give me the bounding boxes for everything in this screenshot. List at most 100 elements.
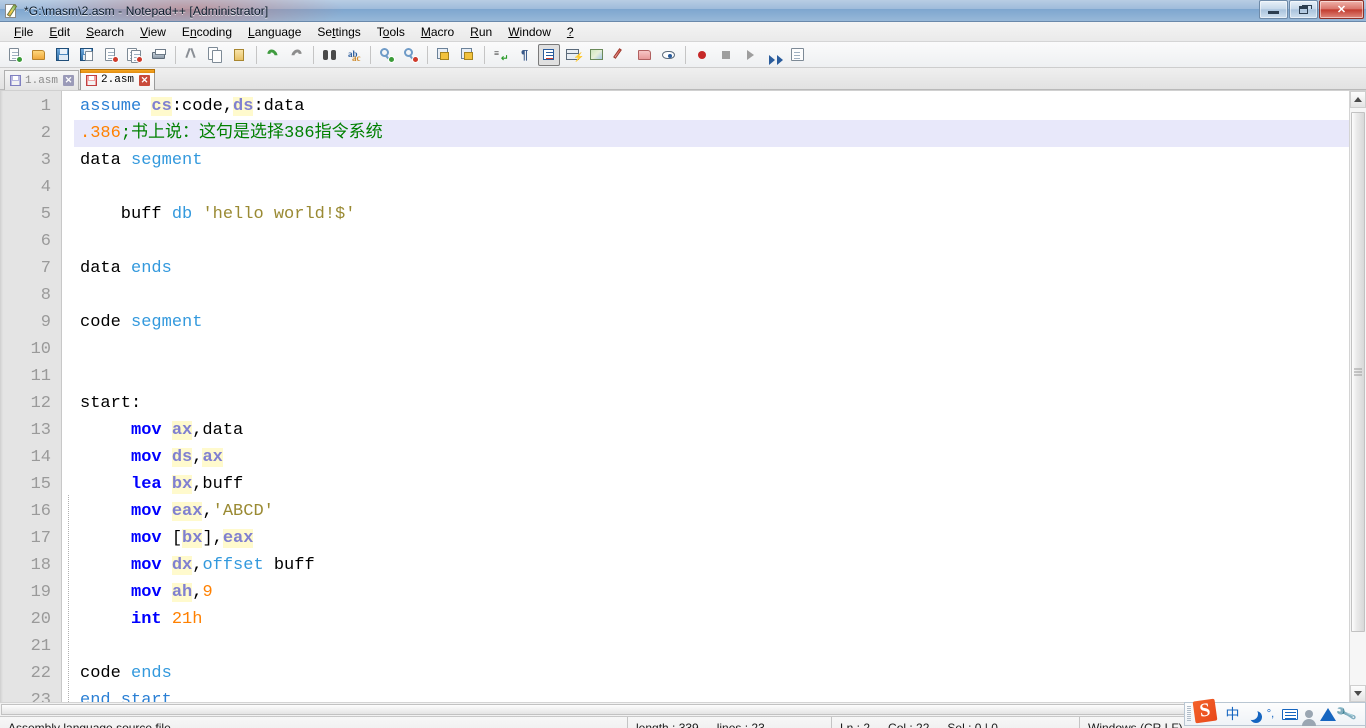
punctuation-mode-icon[interactable]: °, [1261,705,1280,724]
menu-macro[interactable]: Macro [413,23,462,41]
chinese-english-toggle-icon[interactable]: 中 [1223,705,1242,724]
code-line[interactable]: end start [74,687,1349,702]
code-line[interactable]: code ends [74,660,1349,687]
code-line[interactable] [74,633,1349,660]
sogou-logo-icon[interactable]: S [1192,698,1219,725]
text-editor[interactable]: 1 2 3 4 5 6 7 8 9 10 11 12 13 14 15 16 17 18 19 20 21 22 23 as… [0,91,1349,702]
ime-drag-handle[interactable] [1187,706,1191,722]
function-list-button[interactable] [610,44,632,66]
soft-keyboard-icon[interactable] [1280,705,1299,724]
code-token: ,data [192,421,244,440]
close-button[interactable]: ✕ [1319,0,1364,19]
code-line[interactable] [74,282,1349,309]
code-line[interactable]: assume cs:code,ds:data [74,93,1349,120]
new-file-button[interactable] [4,44,26,66]
indent-guide-button[interactable] [538,43,560,66]
code-line[interactable]: mov dx,offset buff [74,552,1349,579]
code-token: dx [171,556,193,575]
line-number: 6 [40,232,51,251]
menu-search[interactable]: Search [78,23,132,41]
zoom-out-button[interactable] [400,44,422,66]
code-line[interactable]: code segment [74,309,1349,336]
code-line[interactable]: mov [bx],eax [74,525,1349,552]
half-full-width-icon[interactable] [1242,705,1261,724]
title-bar[interactable]: *G:\masm\2.asm - Notepad++ [Administrato… [0,0,1366,22]
vertical-scroll-track[interactable] [1350,108,1366,685]
code-token: mov [131,502,162,521]
fold-margin[interactable] [62,91,74,702]
menu-language[interactable]: Language [240,23,309,41]
find-button[interactable] [319,44,341,66]
code-line[interactable]: mov eax,'ABCD' [74,498,1349,525]
vertical-scroll-thumb[interactable] [1351,112,1365,632]
sync-vertical-scroll-button[interactable] [433,44,455,66]
settings-wrench-icon[interactable]: 🔧 [1335,703,1358,725]
code-line[interactable] [74,363,1349,390]
macro-save-button[interactable] [787,44,809,66]
tab-2-asm[interactable]: 2.asm ✕ [80,69,156,90]
replace-button[interactable]: ab ac [343,44,365,66]
skin-icon[interactable] [1318,705,1337,724]
menu-edit[interactable]: Edit [41,23,78,41]
code-line[interactable]: .386;书上说：这句是选择386指令系统 [74,120,1349,147]
word-wrap-button[interactable]: ≡ ↵ [490,44,512,66]
menu-run[interactable]: Run [462,23,500,41]
menu-file[interactable]: File [6,23,41,41]
minimize-button[interactable] [1259,0,1288,19]
user-defined-dialog-button[interactable]: ⚡ [562,44,584,66]
menu-window[interactable]: Window [500,23,559,41]
save-all-button[interactable] [76,44,98,66]
cut-button[interactable] [181,44,203,66]
close-file-button[interactable] [100,44,122,66]
code-line[interactable]: data ends [74,255,1349,282]
macro-record-button[interactable] [691,44,713,66]
code-line[interactable]: int 21h [74,606,1349,633]
redo-button[interactable] [286,44,308,66]
code-line[interactable]: mov ax,data [74,417,1349,444]
zoom-in-button[interactable] [376,44,398,66]
code-content[interactable]: assume cs:code,ds:data .386;书上说：这句是选择386指… [74,91,1349,702]
menu-encoding[interactable]: Encoding [174,23,240,41]
code-line[interactable]: buff db 'hello world!$' [74,201,1349,228]
close-all-button[interactable] [124,44,146,66]
copy-button[interactable] [205,44,227,66]
sogou-ime-toolbar[interactable]: S 中 °, 🔧 [1184,698,1366,726]
code-line[interactable]: mov ds,ax [74,444,1349,471]
tab-1-asm[interactable]: 1.asm ✕ [4,70,80,90]
scroll-up-button[interactable] [1350,91,1366,108]
scroll-down-button[interactable] [1350,685,1366,702]
vertical-scrollbar[interactable] [1349,91,1366,702]
paste-button[interactable] [229,44,251,66]
document-map-button[interactable] [586,44,608,66]
code-line[interactable] [74,336,1349,363]
code-line[interactable]: data segment [74,147,1349,174]
monitoring-button[interactable] [658,44,680,66]
horizontal-scroll-thumb[interactable] [1,704,1341,715]
menu-help[interactable]: ? [559,23,582,41]
print-button[interactable] [148,44,170,66]
user-login-icon[interactable] [1299,705,1318,726]
file-floppy-icon [10,75,21,86]
undo-button[interactable] [262,44,284,66]
code-line[interactable]: mov ah,9 [74,579,1349,606]
menu-view[interactable]: View [132,23,174,41]
save-button[interactable] [52,44,74,66]
code-line[interactable]: lea bx,buff [74,471,1349,498]
code-line[interactable] [74,174,1349,201]
folder-as-workspace-button[interactable] [634,44,656,66]
show-all-chars-button[interactable]: ¶ [514,44,536,66]
horizontal-scrollbar[interactable] [0,702,1366,716]
tab-close-icon[interactable]: ✕ [139,74,151,86]
macro-play-multiple-button[interactable] [763,44,785,66]
macro-play-button[interactable] [739,44,761,66]
line-number: 10 [30,340,51,359]
code-line[interactable] [74,228,1349,255]
tab-close-icon[interactable]: ✕ [63,75,75,86]
open-file-button[interactable] [28,44,50,66]
code-line[interactable]: start: [74,390,1349,417]
restore-button[interactable] [1289,0,1318,19]
menu-settings[interactable]: Settings [309,23,368,41]
macro-stop-button[interactable] [715,44,737,66]
sync-horizontal-scroll-button[interactable] [457,44,479,66]
menu-tools[interactable]: Tools [369,23,413,41]
